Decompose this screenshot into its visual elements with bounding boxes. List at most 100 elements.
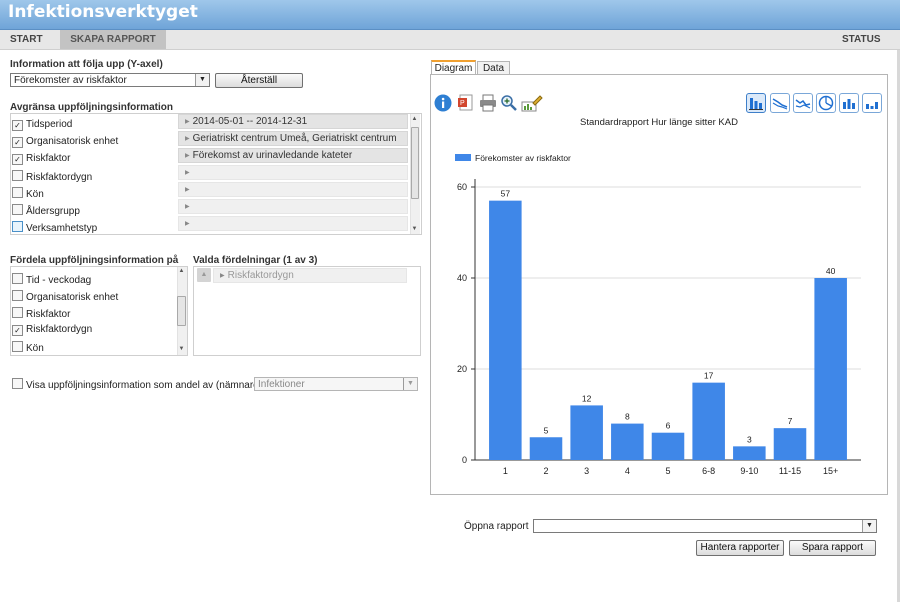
x-tick-label: 1	[503, 466, 508, 476]
share-option[interactable]: Visa uppföljningsinformation som andel a…	[12, 378, 262, 392]
limit-item-organisatorisk-enhet[interactable]: Organisatorisk enhet	[12, 136, 118, 150]
tab-status[interactable]: STATUS	[842, 30, 892, 49]
y-tick-label: 20	[457, 364, 467, 374]
filter-value-aldersgrupp[interactable]: ▶	[178, 199, 408, 214]
checkbox[interactable]	[12, 307, 23, 318]
checkbox[interactable]	[12, 170, 23, 181]
svg-text:P: P	[460, 100, 465, 107]
share-select[interactable]: Infektioner ▼	[254, 377, 418, 391]
yaxis-select-value: Förekomster av riskfaktor	[14, 75, 127, 86]
expand-icon: ▶	[185, 119, 190, 125]
distribute-item-tid-veckodag[interactable]: Tid - veckodag	[12, 273, 91, 287]
chevron-down-icon[interactable]: ▼	[403, 378, 417, 390]
app-title: Infektionsverktyget	[8, 2, 198, 22]
bar	[773, 428, 807, 460]
y-tick-label: 0	[462, 455, 467, 465]
chevron-down-icon[interactable]: ▼	[862, 520, 876, 532]
save-report-button[interactable]: Spara rapport	[789, 540, 876, 556]
distribute-item-organisatorisk-enhet[interactable]: Organisatorisk enhet	[12, 290, 118, 304]
checkbox[interactable]	[12, 204, 23, 215]
yaxis-heading: Information att följa upp (Y-axel)	[10, 59, 163, 70]
expand-icon: ▶	[185, 170, 190, 176]
tab-start[interactable]: START	[0, 30, 56, 49]
filter-value-riskfaktordygn[interactable]: ▶	[178, 165, 408, 180]
bar	[529, 437, 563, 460]
checkbox[interactable]	[12, 273, 23, 284]
checkbox[interactable]	[12, 290, 23, 301]
bar	[733, 446, 766, 460]
bar	[814, 278, 847, 460]
y-tick-label: 40	[457, 273, 467, 283]
chart-title: Standardrapport Hur länge sitter KAD	[580, 117, 738, 128]
x-tick-label: 2	[543, 466, 548, 476]
x-tick-label: 9-10	[740, 466, 758, 476]
tab-data[interactable]: Data	[477, 61, 510, 75]
filter-value-verksamhetstyp[interactable]: ▶	[178, 216, 408, 231]
chevron-down-icon[interactable]: ▼	[195, 74, 209, 86]
expand-icon: ▶	[220, 273, 225, 279]
limit-item-aldersgrupp[interactable]: Åldersgrupp	[12, 204, 80, 218]
expand-icon: ▶	[185, 153, 190, 159]
checkbox[interactable]	[12, 137, 23, 148]
bar-value-label: 7	[788, 416, 793, 426]
checkbox[interactable]	[12, 154, 23, 165]
checkbox[interactable]	[12, 120, 23, 131]
bar-value-label: 6	[666, 421, 671, 431]
legend-label: Förekomster av riskfaktor	[475, 153, 571, 163]
bar-value-label: 8	[625, 412, 630, 422]
limit-item-verksamhetstyp[interactable]: Verksamhetstyp	[12, 221, 97, 235]
checkbox[interactable]	[12, 221, 23, 232]
limit-item-riskfaktor[interactable]: Riskfaktor	[12, 153, 70, 167]
move-up-icon[interactable]: ▲	[197, 268, 211, 282]
filter-value-organisatorisk-enhet[interactable]: ▶ Geriatriskt centrum Umeå, Geriatriskt c…	[178, 131, 408, 146]
manage-reports-button[interactable]: Hantera rapporter	[696, 540, 784, 556]
distribute-heading: Fördela uppföljningsinformation på	[10, 255, 179, 266]
tab-diagram[interactable]: Diagram	[431, 60, 476, 75]
scroll-up-icon[interactable]: ▲	[410, 115, 419, 123]
distribute-item-kon[interactable]: Kön	[12, 341, 44, 355]
limit-item-riskfaktordygn[interactable]: Riskfaktordygn	[12, 170, 92, 184]
reset-button[interactable]: Återställ	[215, 73, 303, 88]
bar	[570, 405, 603, 460]
scroll-up-icon[interactable]: ▲	[177, 267, 186, 275]
expand-icon: ▶	[185, 204, 190, 210]
limit-item-kon[interactable]: Kön	[12, 187, 44, 201]
yaxis-select[interactable]: Förekomster av riskfaktor ▼	[10, 73, 210, 87]
bar-value-label: 12	[582, 393, 592, 403]
bar-value-label: 17	[704, 371, 714, 381]
limit-item-tidsperiod[interactable]: Tidsperiod	[12, 119, 72, 133]
expand-icon: ▶	[185, 221, 190, 227]
bar-chart: Standardrapport Hur länge sitter KAD För…	[455, 117, 861, 476]
limit-scroll-thumb[interactable]	[411, 127, 419, 199]
scroll-down-icon[interactable]: ▼	[410, 225, 419, 233]
bar	[692, 382, 725, 460]
bar	[489, 200, 522, 460]
checkbox[interactable]	[12, 325, 23, 336]
distribute-item-riskfaktordygn[interactable]: Riskfaktordygn	[12, 324, 92, 338]
distribute-item-riskfaktor[interactable]: Riskfaktor	[12, 307, 70, 321]
bar	[651, 432, 685, 460]
bar	[611, 423, 644, 460]
expand-icon: ▶	[185, 187, 190, 193]
checkbox[interactable]	[12, 378, 23, 389]
x-tick-label: 3	[584, 466, 589, 476]
filter-value-kon[interactable]: ▶	[178, 182, 408, 197]
tab-skapa-rapport[interactable]: SKAPA RAPPORT	[60, 30, 166, 49]
scroll-down-icon[interactable]: ▼	[177, 345, 186, 353]
expand-icon: ▶	[185, 136, 190, 142]
bar-value-label: 57	[501, 189, 511, 199]
checkbox[interactable]	[12, 187, 23, 198]
filter-value-riskfaktor[interactable]: ▶ Förekomst av urinavledande kateter	[178, 148, 408, 163]
filter-value-tidsperiod[interactable]: ▶ 2014-05-01 -- 2014-12-31	[178, 114, 408, 129]
distribute-scroll-thumb[interactable]	[177, 296, 186, 326]
legend-swatch	[455, 154, 471, 161]
share-select-value: Infektioner	[258, 379, 305, 390]
selected-dist-item[interactable]: ▶ Riskfaktordygn	[213, 268, 407, 283]
selected-dist-heading: Valda fördelningar (1 av 3)	[193, 255, 318, 266]
x-tick-label: 11-15	[779, 466, 801, 476]
x-tick-label: 4	[625, 466, 630, 476]
checkbox[interactable]	[12, 341, 23, 352]
y-tick-label: 60	[457, 182, 467, 192]
x-tick-label: 6-8	[702, 466, 715, 476]
open-report-select[interactable]: ▼	[533, 519, 877, 533]
